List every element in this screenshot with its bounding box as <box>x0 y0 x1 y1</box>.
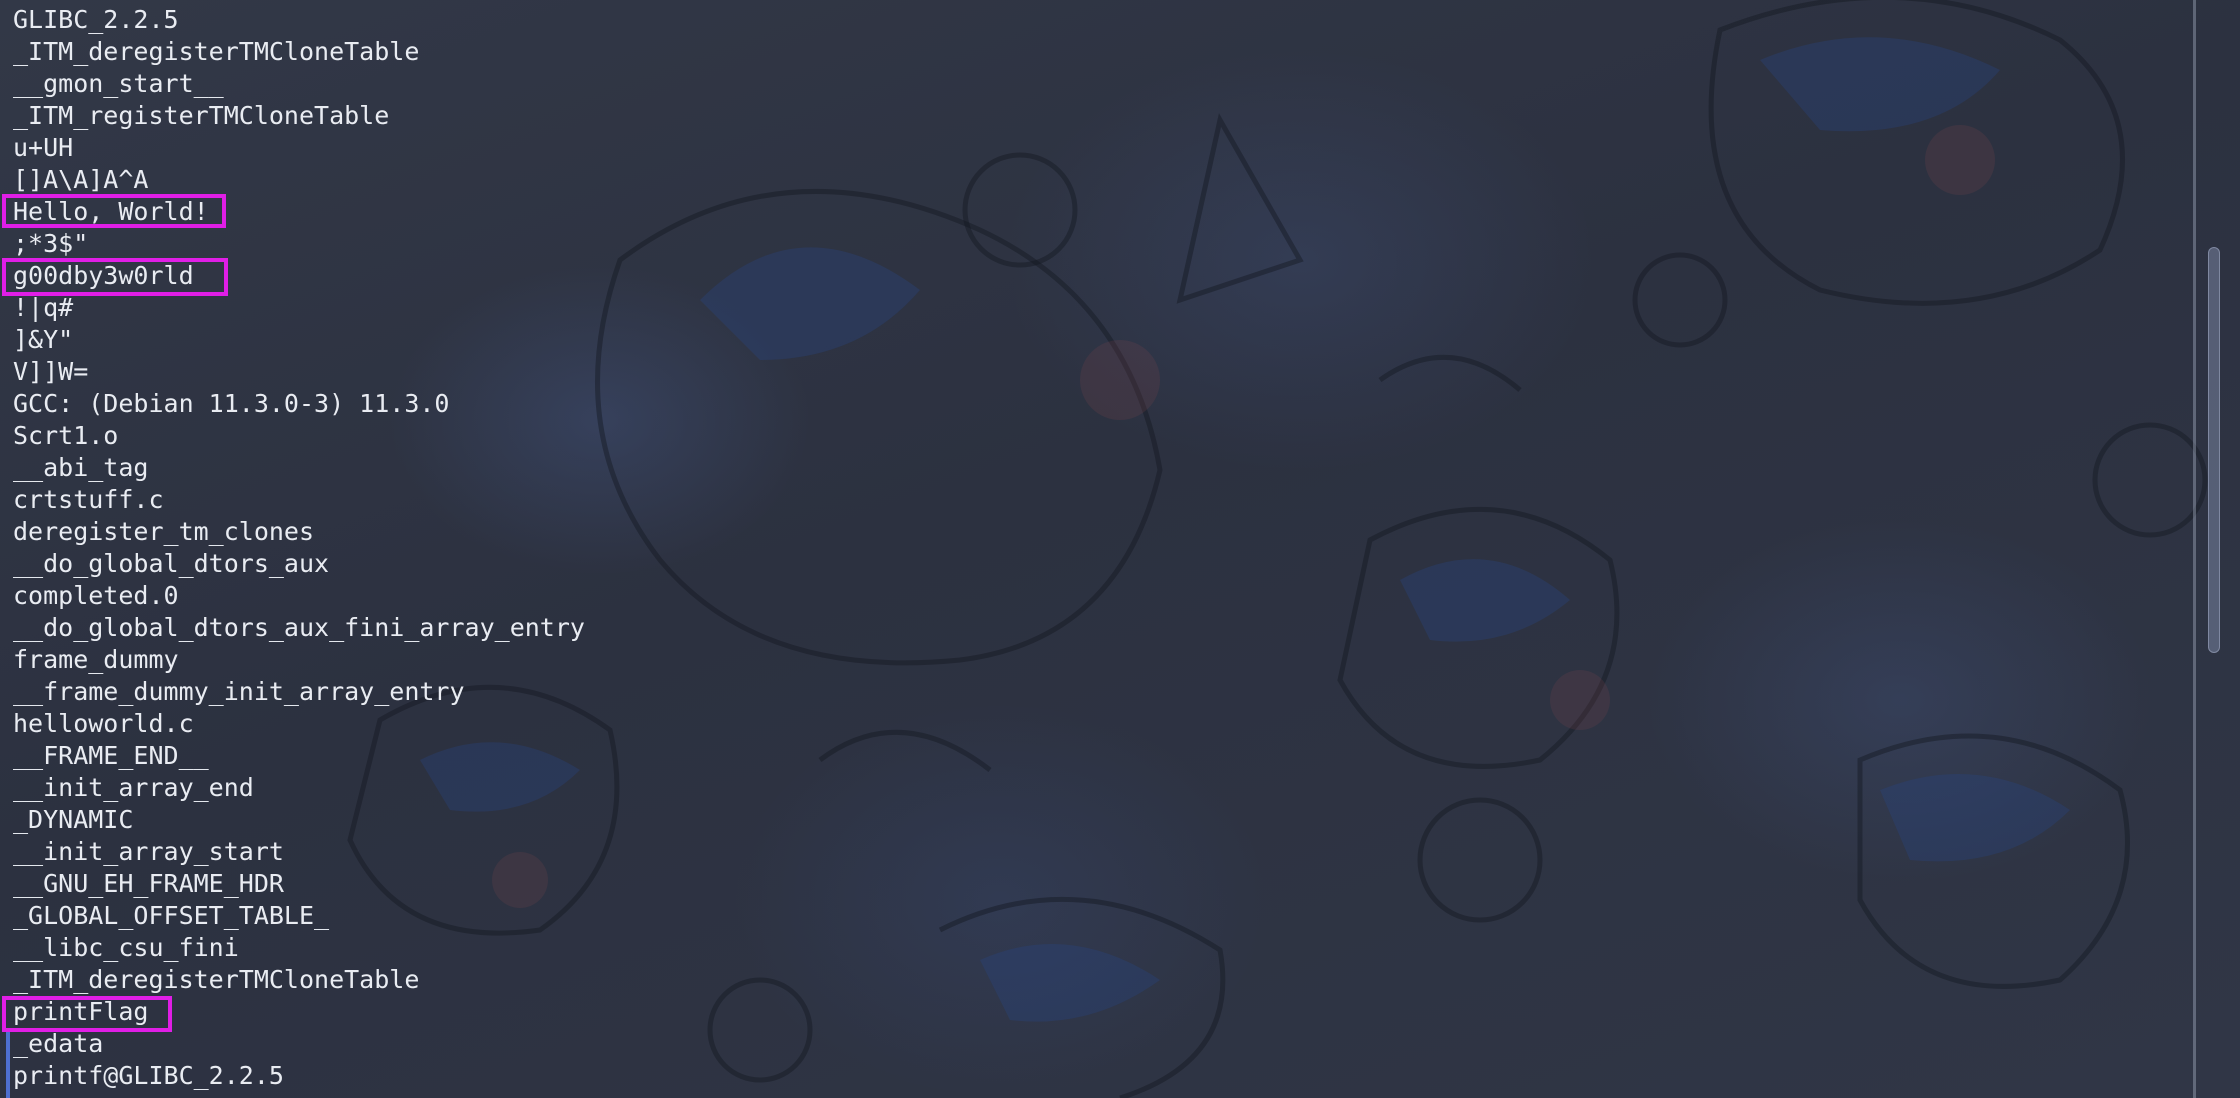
output-line: __init_array_start <box>13 837 284 866</box>
output-line: helloworld.c <box>13 709 194 738</box>
output-line: __init_array_end <box>13 773 254 802</box>
output-line: frame_dummy <box>13 645 179 674</box>
terminal-window: GLIBC_2.2.5 _ITM_deregisterTMCloneTable … <box>0 0 2240 1098</box>
output-line: __GNU_EH_FRAME_HDR <box>13 869 284 898</box>
terminal-output[interactable]: GLIBC_2.2.5 _ITM_deregisterTMCloneTable … <box>0 0 2190 1098</box>
output-line: printf@GLIBC_2.2.5 <box>13 1061 284 1090</box>
output-line: u+UH <box>13 133 74 162</box>
output-line: _DYNAMIC <box>13 805 134 834</box>
output-line: _GLOBAL_OFFSET_TABLE_ <box>13 901 330 930</box>
output-line: printFlag <box>13 997 149 1026</box>
output-line: Hello, World! <box>13 197 209 226</box>
pane-divider <box>2193 0 2196 1098</box>
output-line: _ITM_deregisterTMCloneTable <box>13 37 420 66</box>
output-line: __do_global_dtors_aux <box>13 549 330 578</box>
output-line: _ITM_registerTMCloneTable <box>13 101 390 130</box>
output-line: __gmon_start__ <box>13 69 224 98</box>
output-line: !|q# <box>13 293 74 322</box>
output-line: ]&Y" <box>13 325 74 354</box>
output-line: __abi_tag <box>13 453 149 482</box>
output-line: _ITM_deregisterTMCloneTable <box>13 965 420 994</box>
output-line: deregister_tm_clones <box>13 517 315 546</box>
scrollbar-thumb[interactable] <box>2208 247 2220 653</box>
output-line: Scrt1.o <box>13 421 119 450</box>
output-line: V]]W= <box>13 357 89 386</box>
output-line: g00dby3w0rld <box>13 261 194 290</box>
output-line: GCC: (Debian 11.3.0-3) 11.3.0 <box>13 389 450 418</box>
output-line: completed.0 <box>13 581 179 610</box>
output-line: _edata <box>13 1029 104 1058</box>
line-marker <box>6 1032 10 1098</box>
output-line: []A\A]A^A <box>13 165 149 194</box>
output-line: __frame_dummy_init_array_entry <box>13 677 465 706</box>
output-line: __do_global_dtors_aux_fini_array_entry <box>13 613 585 642</box>
output-line: __FRAME_END__ <box>13 741 209 770</box>
output-line: GLIBC_2.2.5 <box>13 5 179 34</box>
output-line: ;*3$" <box>13 229 89 258</box>
output-line: crtstuff.c <box>13 485 164 514</box>
output-line: __libc_csu_fini <box>13 933 239 962</box>
